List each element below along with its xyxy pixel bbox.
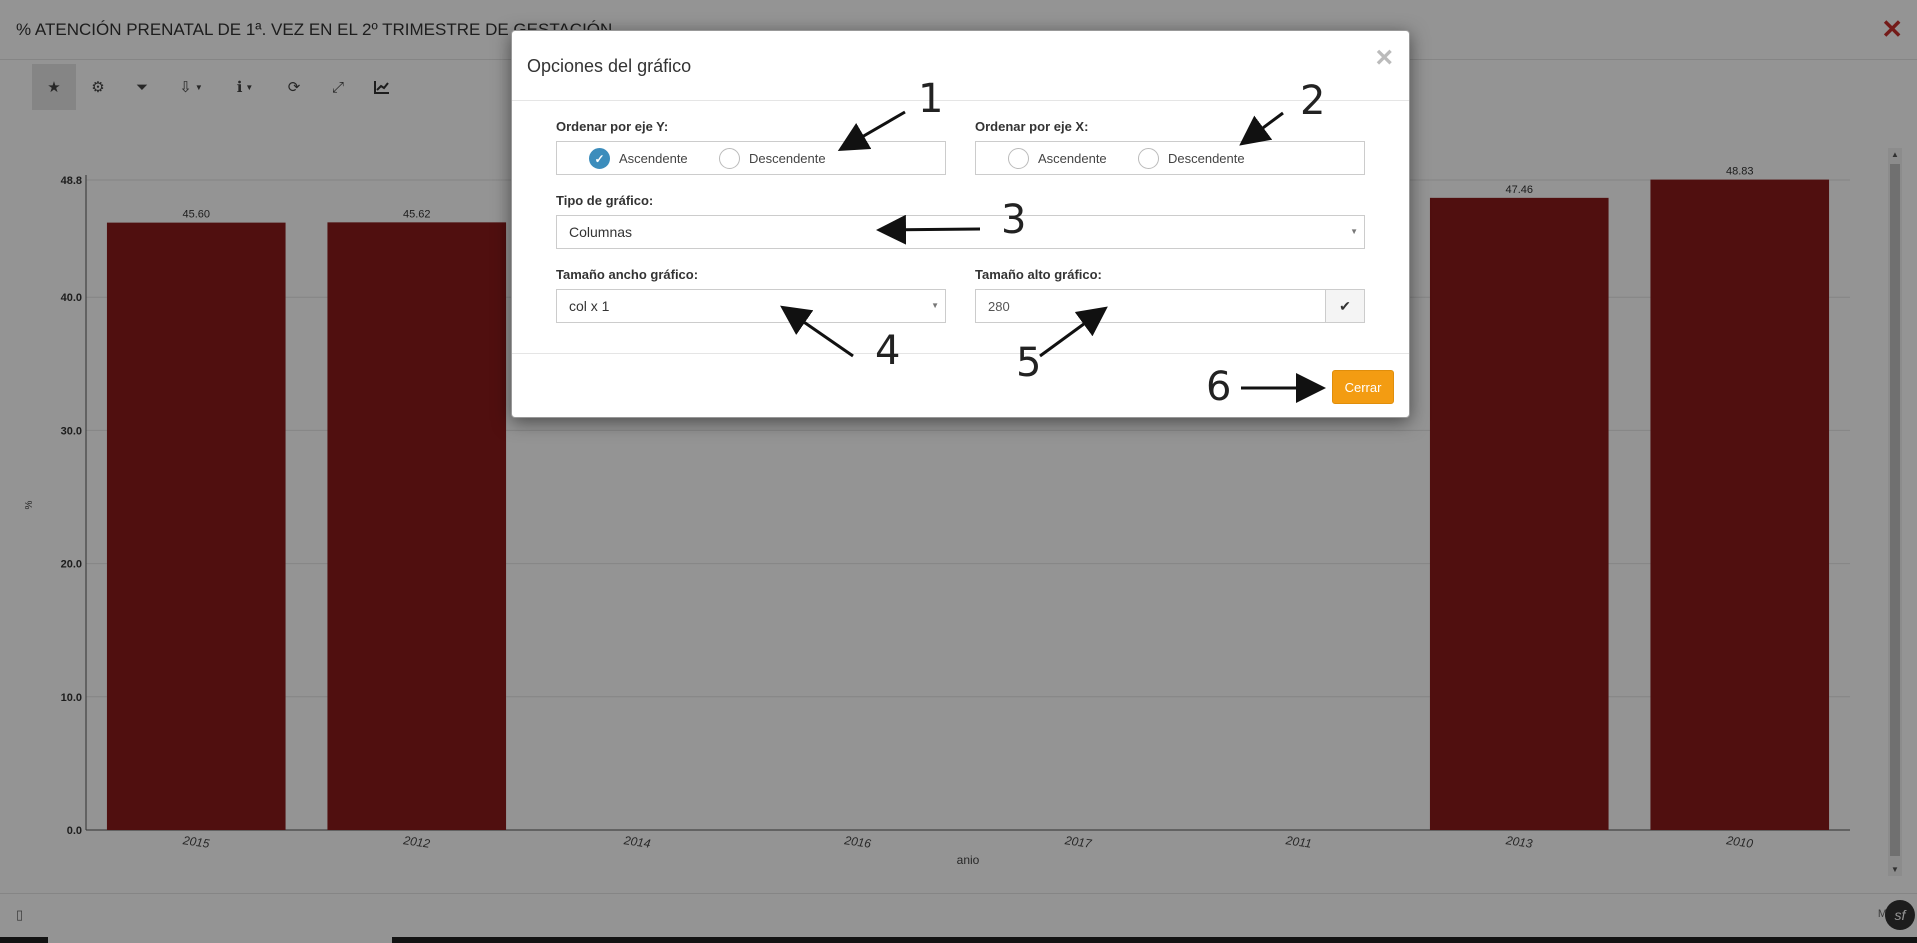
modal-footer: Cerrar (512, 353, 1409, 417)
sort-x-descending-label: Descendente (1168, 151, 1245, 166)
width-size-select[interactable]: col x 1 ▼ (556, 289, 946, 323)
sort-x-descending-option[interactable]: Descendente (1138, 148, 1245, 169)
sort-x-ascending-label: Ascendente (1038, 151, 1107, 166)
height-size-label: Tamaño alto gráfico: (975, 267, 1102, 282)
height-size-value: 280 (988, 299, 1010, 314)
sort-y-ascending-option[interactable]: ✓ Ascendente (589, 148, 688, 169)
chart-type-label: Tipo de gráfico: (556, 193, 654, 208)
chevron-down-icon: ▼ (931, 301, 939, 310)
sort-y-ascending-label: Ascendente (619, 151, 688, 166)
chart-type-value: Columnas (569, 224, 633, 240)
sort-x-radio-group: Ascendente Descendente (975, 141, 1365, 175)
width-size-label: Tamaño ancho gráfico: (556, 267, 699, 282)
radio-circle-icon[interactable] (719, 148, 740, 169)
checkmark-icon[interactable]: ✓ (589, 148, 610, 169)
sort-y-descending-option[interactable]: Descendente (719, 148, 826, 169)
sort-y-radio-group: ✓ Ascendente Descendente (556, 141, 946, 175)
modal-title: Opciones del gráfico (527, 56, 692, 76)
check-icon[interactable]: ✔ (1325, 289, 1365, 323)
sort-y-descending-label: Descendente (749, 151, 826, 166)
modal-header: Opciones del gráfico × (512, 31, 1409, 101)
width-size-value: col x 1 (569, 298, 610, 314)
height-size-input[interactable]: 280 (975, 289, 1326, 323)
close-button[interactable]: Cerrar (1332, 370, 1394, 404)
close-icon[interactable]: × (1375, 43, 1393, 73)
chart-type-select[interactable]: Columnas ▼ (556, 215, 1365, 249)
sort-y-label: Ordenar por eje Y: (556, 119, 669, 134)
sort-x-label: Ordenar por eje X: (975, 119, 1089, 134)
radio-circle-icon[interactable] (1138, 148, 1159, 169)
chart-options-dialog: Opciones del gráfico × Ordenar por eje Y… (511, 30, 1410, 418)
sort-x-ascending-option[interactable]: Ascendente (1008, 148, 1107, 169)
radio-circle-icon[interactable] (1008, 148, 1029, 169)
chevron-down-icon: ▼ (1350, 227, 1358, 236)
